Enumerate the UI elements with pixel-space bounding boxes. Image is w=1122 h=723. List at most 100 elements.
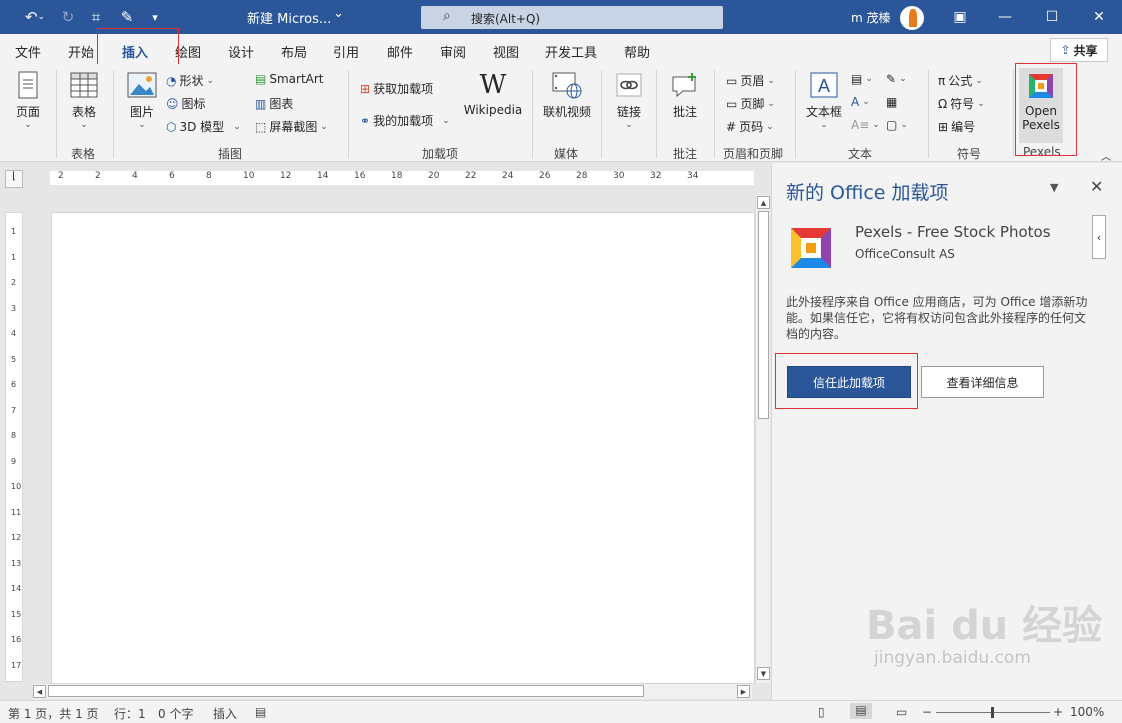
ruler-tick: 8: [206, 171, 212, 181]
share-button[interactable]: ⇪ 共享: [1050, 38, 1108, 62]
scroll-down-icon[interactable]: ▼: [757, 667, 770, 680]
footer-button[interactable]: ▭ 页脚 ⌄: [726, 95, 775, 112]
pages-button[interactable]: 页面 ⌄: [10, 70, 46, 130]
addin-name: Pexels - Free Stock Photos: [855, 223, 1051, 241]
quick-parts-icon[interactable]: ▤ ⌄: [851, 72, 873, 86]
chevron-down-icon: ⌄: [138, 120, 146, 130]
tab-help[interactable]: 帮助: [624, 42, 650, 61]
tab-review[interactable]: 审阅: [440, 42, 466, 61]
minimize-icon[interactable]: —: [990, 4, 1020, 30]
view-details-button[interactable]: 查看详细信息: [921, 366, 1044, 398]
ruler-tick: 14: [317, 171, 329, 181]
document-page[interactable]: [51, 212, 755, 684]
scroll-thumb[interactable]: [48, 685, 644, 697]
online-video-button[interactable]: 联机视频: [539, 70, 595, 120]
symbol-button[interactable]: Ω 符号 ⌄: [938, 95, 985, 112]
horizontal-scrollbar[interactable]: ◀ ▶: [33, 684, 752, 699]
link-button[interactable]: 链接 ⌄: [608, 70, 650, 130]
zoom-out-icon[interactable]: −: [922, 705, 932, 719]
date-time-icon[interactable]: ▦: [886, 95, 897, 109]
ribbon-display-options-icon[interactable]: ▣: [945, 4, 975, 30]
signature-line-icon[interactable]: ✎ ⌄: [886, 72, 907, 86]
ruler-tick: 17: [11, 660, 22, 670]
ruler-tick: 2: [58, 171, 64, 181]
zoom-slider[interactable]: [936, 707, 1050, 718]
tab-selector[interactable]: ⌊: [5, 170, 23, 188]
pane-options-icon[interactable]: ▼: [1050, 181, 1058, 194]
word-count[interactable]: 0 个字: [158, 705, 193, 722]
drop-cap-icon[interactable]: A≡ ⌄: [851, 118, 880, 132]
ruler-tick: 34: [687, 171, 699, 181]
ruler-tick: 2: [11, 278, 17, 287]
equation-button[interactable]: π 公式 ⌄: [938, 72, 983, 89]
textbox-button[interactable]: A 文本框 ⌄: [803, 70, 845, 130]
tab-references[interactable]: 引用: [333, 42, 359, 61]
undo-icon[interactable]: ↶ ⌄: [20, 8, 50, 26]
chart-button[interactable]: ▥ 图表: [255, 95, 293, 112]
new-comment-button[interactable]: 批注: [664, 70, 706, 120]
read-mode-icon[interactable]: ▯: [818, 705, 825, 719]
macro-record-icon[interactable]: ▤: [255, 705, 266, 719]
my-addins-button[interactable]: ⚭ 我的加载项 ⌄: [360, 112, 450, 129]
ruler-tick: 6: [169, 171, 175, 181]
ruler-tick: 24: [502, 171, 514, 181]
user-name[interactable]: m 茂榛: [851, 9, 891, 26]
ruler-tick: 4: [132, 171, 138, 181]
collapse-ribbon-icon[interactable]: ︿: [1101, 148, 1111, 163]
page-number-icon: #: [726, 119, 737, 134]
shapes-button[interactable]: ◔ 形状 ⌄: [166, 72, 214, 89]
screenshot-button[interactable]: ⬚ 屏幕截图 ⌄: [255, 118, 328, 135]
insert-mode[interactable]: 插入: [213, 705, 237, 722]
zoom-in-icon[interactable]: +: [1053, 705, 1063, 719]
3d-models-button[interactable]: ⬡ 3D 模型 ⌄: [166, 118, 241, 135]
icons-button[interactable]: ☺ 图标: [166, 95, 206, 112]
group-label-addins: 加载项: [422, 147, 459, 161]
tab-home[interactable]: 开始: [68, 42, 94, 61]
search-box[interactable]: ⌕ 搜索(Alt+Q): [421, 6, 723, 29]
wordart-icon[interactable]: A ⌄: [851, 95, 870, 109]
touch-mode-icon[interactable]: ⌗: [86, 8, 106, 26]
page-count[interactable]: 第 1 页，共 1 页: [8, 705, 99, 722]
tab-layout[interactable]: 布局: [281, 42, 307, 61]
scroll-thumb[interactable]: [758, 211, 769, 419]
group-label-tables: 表格: [71, 147, 96, 161]
edit-icon[interactable]: ✎: [116, 8, 138, 26]
zoom-level[interactable]: 100%: [1070, 705, 1104, 719]
tab-design[interactable]: 设计: [228, 42, 254, 61]
shapes-icon: ◔: [166, 73, 177, 88]
header-button[interactable]: ▭ 页眉 ⌄: [726, 72, 775, 89]
scroll-left-icon[interactable]: ◀: [33, 685, 46, 698]
scroll-right-icon[interactable]: ▶: [737, 685, 750, 698]
ruler-tick: 13: [11, 558, 22, 568]
web-layout-icon[interactable]: ▭: [896, 705, 907, 719]
get-addins-button[interactable]: ⊞ 获取加载项: [360, 80, 433, 97]
avatar[interactable]: [900, 6, 924, 30]
smartart-button[interactable]: ▤ SmartArt: [255, 72, 324, 86]
vertical-scrollbar[interactable]: ▲ ▼: [755, 195, 770, 683]
chevron-down-icon[interactable]: ⌄: [333, 6, 344, 21]
number-button[interactable]: ⊞ 编号: [938, 118, 975, 135]
ruler-tick: 8: [11, 431, 17, 440]
close-icon[interactable]: ✕: [1084, 4, 1114, 30]
wikipedia-button[interactable]: W Wikipedia: [460, 70, 526, 117]
picture-button[interactable]: 图片 ⌄: [122, 70, 162, 130]
tab-mailings[interactable]: 邮件: [387, 42, 413, 61]
tab-developer[interactable]: 开发工具: [545, 42, 597, 61]
horizontal-ruler[interactable]: 2 2 4 6 8 10 12 14 16 18 20 22 24 26 28 30 32 34: [50, 171, 754, 185]
close-icon[interactable]: ✕: [1090, 177, 1103, 196]
redo-icon[interactable]: ↻: [58, 8, 78, 26]
object-icon[interactable]: ▢ ⌄: [886, 118, 908, 132]
chevron-left-icon[interactable]: ‹: [1092, 215, 1106, 259]
customize-quick-access-icon[interactable]: ▾: [146, 8, 164, 26]
tab-view[interactable]: 视图: [493, 42, 519, 61]
textbox-icon: A: [808, 70, 840, 100]
tab-file[interactable]: 文件: [15, 42, 41, 61]
print-layout-icon[interactable]: ▤: [850, 703, 872, 719]
table-button[interactable]: 表格 ⌄: [64, 70, 104, 130]
chevron-down-icon: ⌄: [625, 120, 633, 130]
page-number-button[interactable]: # 页码 ⌄: [726, 118, 774, 135]
zoom-slider-knob[interactable]: [991, 707, 994, 718]
scroll-up-icon[interactable]: ▲: [757, 196, 770, 209]
vertical-ruler[interactable]: 1 1 2 3 4 5 6 7 8 9 10 11 12 13 14 15 16 17: [5, 212, 23, 682]
maximize-icon[interactable]: ☐: [1037, 4, 1067, 30]
